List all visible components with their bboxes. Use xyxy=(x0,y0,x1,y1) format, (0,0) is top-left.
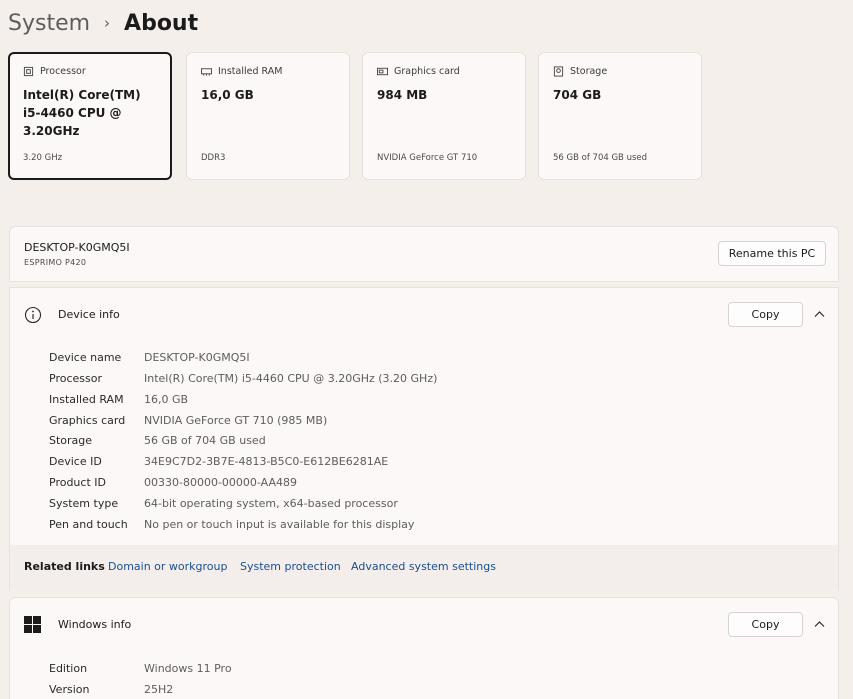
card-graphics-card[interactable]: Graphics card 984 MB NVIDIA GeForce GT 7… xyxy=(362,52,526,180)
spec-label: Device name xyxy=(49,350,122,364)
info-icon xyxy=(24,306,42,324)
card-title: Storage xyxy=(570,66,608,77)
spec-label: System type xyxy=(49,496,119,510)
spec-row: Graphics card NVIDIA GeForce GT 710 (985… xyxy=(49,410,327,430)
card-storage[interactable]: Storage 704 GB 56 GB of 704 GB used xyxy=(538,52,702,180)
spec-value: NVIDIA GeForce GT 710 (985 MB) xyxy=(144,413,328,427)
chevron-right-icon: › xyxy=(104,14,111,32)
device-info-title: Device info xyxy=(58,308,120,321)
spec-row: System type 64-bit operating system, x64… xyxy=(49,493,398,513)
spec-label: Device ID xyxy=(49,454,102,468)
card-value: 16,0 GB xyxy=(201,88,254,102)
spec-label: Processor xyxy=(49,371,102,385)
spec-value: 25H2 xyxy=(144,682,174,696)
system-protection-link[interactable]: System protection xyxy=(240,560,341,573)
device-info-header[interactable]: Device info Copy xyxy=(9,287,839,342)
advanced-system-settings-link[interactable]: Advanced system settings xyxy=(351,560,496,573)
copy-windows-info-button[interactable]: Copy xyxy=(728,612,803,637)
spec-value: 16,0 GB xyxy=(144,392,189,406)
spec-row: Pen and touch No pen or touch input is a… xyxy=(49,514,414,534)
spec-row: Installed RAM 16,0 GB xyxy=(49,389,188,409)
card-value: Intel(R) Core(TM) i5-4460 CPU @ 3.20GHz xyxy=(23,88,141,138)
spec-label: Storage xyxy=(49,433,93,447)
related-links-title: Related links xyxy=(24,560,105,573)
spec-row: Edition Windows 11 Pro xyxy=(49,658,232,678)
related-links-bar: Related links Domain or workgroup System… xyxy=(9,545,839,591)
spec-value: 00330-80000-00000-AA489 xyxy=(144,475,297,489)
spec-row: Product ID 00330-80000-00000-AA489 xyxy=(49,472,297,492)
card-installed-ram[interactable]: Installed RAM 16,0 GB DDR3 xyxy=(186,52,350,180)
chevron-up-icon[interactable] xyxy=(814,620,825,628)
card-processor[interactable]: Processor Intel(R) Core(TM) i5-4460 CPU … xyxy=(8,52,172,180)
card-title: Graphics card xyxy=(394,66,460,77)
card-title: Installed RAM xyxy=(218,66,283,77)
pc-name: DESKTOP-K0GMQ5I xyxy=(24,241,130,254)
card-subtitle: 56 GB of 704 GB used xyxy=(553,153,648,163)
spec-row: Version 25H2 xyxy=(49,679,173,699)
windows-info-title: Windows info xyxy=(58,618,132,631)
page-title: About xyxy=(124,10,199,36)
processor-icon xyxy=(23,66,34,77)
card-title: Processor xyxy=(40,66,86,77)
card-subtitle: NVIDIA GeForce GT 710 xyxy=(377,153,478,163)
card-subtitle: 3.20 GHz xyxy=(23,153,63,163)
storage-icon xyxy=(553,66,564,77)
windows-info-header[interactable]: Windows info Copy xyxy=(9,597,839,653)
breadcrumb: System › About xyxy=(8,6,198,40)
spec-row: Processor Intel(R) Core(TM) i5-4460 CPU … xyxy=(49,368,437,388)
card-value: 704 GB xyxy=(553,88,602,102)
spec-row: Device ID 34E9C7D2-3B7E-4813-B5C0-E612BE… xyxy=(49,451,388,471)
pc-name-panel: DESKTOP-K0GMQ5I ESPRIMO P420 Rename this… xyxy=(9,226,839,282)
graphics-card-icon xyxy=(377,67,388,76)
rename-pc-button[interactable]: Rename this PC xyxy=(718,241,826,266)
spec-value: Windows 11 Pro xyxy=(144,661,232,675)
spec-value: 34E9C7D2-3B7E-4813-B5C0-E612BE6281AE xyxy=(144,454,389,468)
spec-row: Storage 56 GB of 704 GB used xyxy=(49,430,266,450)
pc-model: ESPRIMO P420 xyxy=(24,258,87,267)
spec-label: Version xyxy=(49,682,90,696)
spec-label: Edition xyxy=(49,661,88,675)
windows-logo-icon xyxy=(24,616,41,633)
card-subtitle: DDR3 xyxy=(201,153,226,163)
spec-label: Installed RAM xyxy=(49,392,124,406)
copy-device-info-button[interactable]: Copy xyxy=(728,302,803,327)
ram-icon xyxy=(201,68,212,76)
spec-value: DESKTOP-K0GMQ5I xyxy=(144,350,250,364)
card-value: 984 MB xyxy=(377,88,428,102)
spec-label: Graphics card xyxy=(49,413,126,427)
spec-value: No pen or touch input is available for t… xyxy=(144,517,415,531)
spec-label: Pen and touch xyxy=(49,517,128,531)
chevron-up-icon[interactable] xyxy=(814,310,825,318)
spec-row: Device name DESKTOP-K0GMQ5I xyxy=(49,347,250,367)
spec-value: 64-bit operating system, x64-based proce… xyxy=(144,496,398,510)
breadcrumb-system-link[interactable]: System xyxy=(8,11,90,36)
spec-value: Intel(R) Core(TM) i5-4460 CPU @ 3.20GHz … xyxy=(144,371,438,385)
domain-or-workgroup-link[interactable]: Domain or workgroup xyxy=(108,560,228,573)
spec-value: 56 GB of 704 GB used xyxy=(144,433,266,447)
spec-label: Product ID xyxy=(49,475,106,489)
